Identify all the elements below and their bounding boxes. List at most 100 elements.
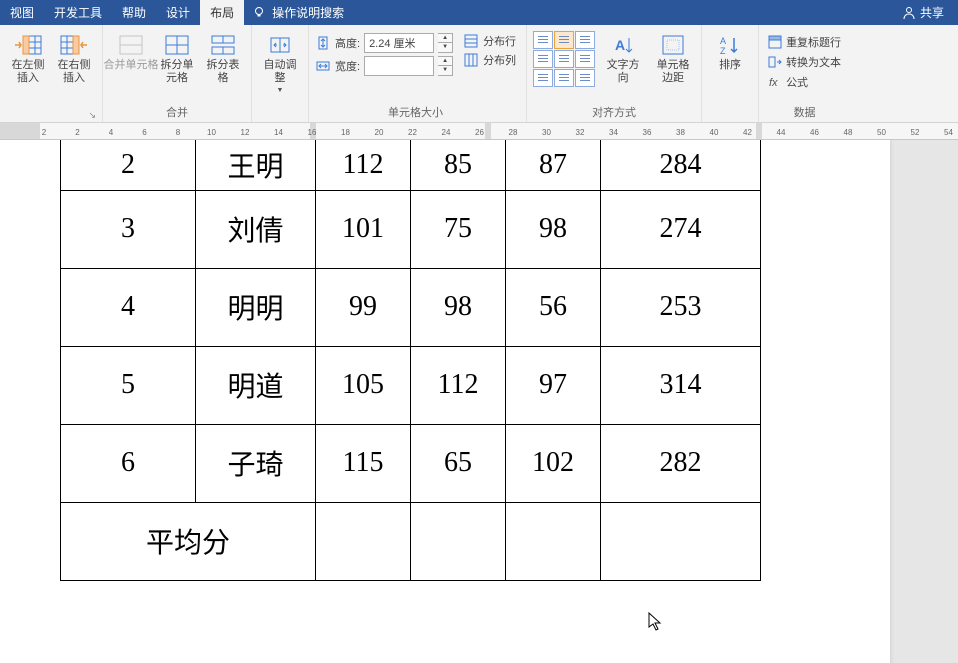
- formula-icon: fx: [768, 75, 782, 89]
- cell-margins-icon: [658, 33, 688, 57]
- text-direction-icon: A: [608, 33, 638, 57]
- table-row-average[interactable]: 平均分: [61, 502, 761, 580]
- table-row[interactable]: 4 明明 99 98 56 253: [61, 268, 761, 346]
- table-cell[interactable]: 5: [61, 346, 196, 424]
- dropdown-arrow-icon: ▼: [277, 87, 284, 94]
- share-button[interactable]: 共享: [888, 4, 958, 21]
- tab-view[interactable]: 视图: [0, 0, 44, 25]
- split-table-button[interactable]: 拆分表格: [201, 31, 245, 87]
- height-label: 高度:: [335, 35, 360, 51]
- repeat-header-button[interactable]: 重复标题行: [765, 33, 844, 51]
- width-icon: [315, 58, 331, 74]
- table-cell[interactable]: 75: [411, 190, 506, 268]
- align-top-left[interactable]: [533, 31, 553, 49]
- table-row[interactable]: 5 明道 105 112 97 314: [61, 346, 761, 424]
- sort-button[interactable]: AZ 排序: [708, 31, 752, 74]
- table-cell[interactable]: 101: [316, 190, 411, 268]
- tab-devtools[interactable]: 开发工具: [44, 0, 112, 25]
- ribbon-group-alignment: A 文字方向 单元格边距 对齐方式: [527, 25, 702, 122]
- ribbon-group-sort: AZ 排序: [702, 25, 759, 122]
- table-cell[interactable]: [316, 502, 411, 580]
- align-bot-right[interactable]: [575, 69, 595, 87]
- insert-left-button[interactable]: 在左侧插入: [6, 31, 50, 87]
- share-label: 共享: [920, 4, 944, 21]
- convert-text-button[interactable]: 转换为文本: [765, 53, 844, 71]
- table-cell[interactable]: 明明: [196, 268, 316, 346]
- table-row[interactable]: 3 刘倩 101 75 98 274: [61, 190, 761, 268]
- group-label-cellsize: 单元格大小: [315, 102, 516, 122]
- table-cell[interactable]: 112: [316, 140, 411, 190]
- align-bot-center[interactable]: [554, 69, 574, 87]
- insert-right-button[interactable]: 在右侧插入: [52, 31, 96, 87]
- table-cell[interactable]: 明道: [196, 346, 316, 424]
- document-area[interactable]: 2 王明 112 85 87 284 3 刘倩 101 75 98 274 4 …: [0, 140, 958, 663]
- table-cell[interactable]: 314: [601, 346, 761, 424]
- distribute-cols-icon: [463, 52, 479, 68]
- height-spinner[interactable]: ▲▼: [438, 33, 453, 53]
- table-cell[interactable]: 王明: [196, 140, 316, 190]
- align-top-right[interactable]: [575, 31, 595, 49]
- table-cell[interactable]: 274: [601, 190, 761, 268]
- table-cell-avg-label[interactable]: 平均分: [61, 502, 316, 580]
- table-cell[interactable]: 98: [411, 268, 506, 346]
- table-cell[interactable]: 99: [316, 268, 411, 346]
- table-cell[interactable]: 子琦: [196, 424, 316, 502]
- autofit-icon: [265, 33, 295, 57]
- table-cell[interactable]: 112: [411, 346, 506, 424]
- width-spinner[interactable]: ▲▼: [438, 56, 453, 76]
- tell-me-search[interactable]: 操作说明搜索: [272, 4, 344, 21]
- table-cell[interactable]: 2: [61, 140, 196, 190]
- text-direction-button[interactable]: A 文字方向: [601, 31, 645, 87]
- insert-left-icon: [13, 33, 43, 57]
- ribbon-group-merge: 合并单元格 拆分单元格 拆分表格 合并: [103, 25, 252, 122]
- align-mid-left[interactable]: [533, 50, 553, 68]
- table-cell[interactable]: 282: [601, 424, 761, 502]
- width-input[interactable]: [364, 56, 434, 76]
- table-cell[interactable]: 刘倩: [196, 190, 316, 268]
- tab-design[interactable]: 设计: [156, 0, 200, 25]
- table-cell[interactable]: 3: [61, 190, 196, 268]
- table-row[interactable]: 2 王明 112 85 87 284: [61, 140, 761, 190]
- cell-margins-button[interactable]: 单元格边距: [651, 31, 695, 87]
- table-cell[interactable]: 284: [601, 140, 761, 190]
- table-cell[interactable]: 98: [506, 190, 601, 268]
- tab-layout[interactable]: 布局: [200, 0, 244, 25]
- align-bot-left[interactable]: [533, 69, 553, 87]
- split-cells-button[interactable]: 拆分单元格: [155, 31, 199, 87]
- table-cell[interactable]: 97: [506, 346, 601, 424]
- formula-button[interactable]: fx 公式: [765, 73, 844, 91]
- tab-help[interactable]: 帮助: [112, 0, 156, 25]
- menubar: 视图 开发工具 帮助 设计 布局 操作说明搜索 共享: [0, 0, 958, 25]
- repeat-header-icon: [768, 35, 782, 49]
- distribute-cols-button[interactable]: 分布列: [463, 52, 516, 68]
- align-mid-right[interactable]: [575, 50, 595, 68]
- table-cell[interactable]: 102: [506, 424, 601, 502]
- group-label-data: 数据: [765, 102, 844, 122]
- table-row[interactable]: 6 子琦 115 65 102 282: [61, 424, 761, 502]
- table-cell[interactable]: 87: [506, 140, 601, 190]
- table-cell[interactable]: 4: [61, 268, 196, 346]
- ribbon-group-cellsize: 高度: 2.24 厘米 ▲▼ 宽度: ▲▼ 分布行 分布: [309, 25, 527, 122]
- table-cell[interactable]: 115: [316, 424, 411, 502]
- table-cell[interactable]: [506, 502, 601, 580]
- document-table[interactable]: 2 王明 112 85 87 284 3 刘倩 101 75 98 274 4 …: [60, 140, 761, 581]
- expand-icon[interactable]: ↘: [88, 110, 96, 121]
- ruler-horizontal[interactable]: 2246810121416182022242628303234363840424…: [0, 123, 958, 140]
- table-cell[interactable]: [601, 502, 761, 580]
- table-cell[interactable]: [411, 502, 506, 580]
- autofit-button[interactable]: 自动调整 ▼: [258, 31, 302, 96]
- table-cell[interactable]: 253: [601, 268, 761, 346]
- align-top-center[interactable]: [554, 31, 574, 49]
- alignment-grid: [533, 31, 595, 87]
- group-label-insert: ↘: [6, 118, 96, 122]
- table-cell[interactable]: 6: [61, 424, 196, 502]
- height-input[interactable]: 2.24 厘米: [364, 33, 434, 53]
- align-mid-center[interactable]: [554, 50, 574, 68]
- table-cell[interactable]: 56: [506, 268, 601, 346]
- table-cell[interactable]: 85: [411, 140, 506, 190]
- table-cell[interactable]: 105: [316, 346, 411, 424]
- svg-text:A: A: [615, 37, 625, 53]
- ribbon-group-insert: 在左侧插入 在右侧插入 ↘: [0, 25, 103, 122]
- distribute-rows-button[interactable]: 分布行: [463, 33, 516, 49]
- table-cell[interactable]: 65: [411, 424, 506, 502]
